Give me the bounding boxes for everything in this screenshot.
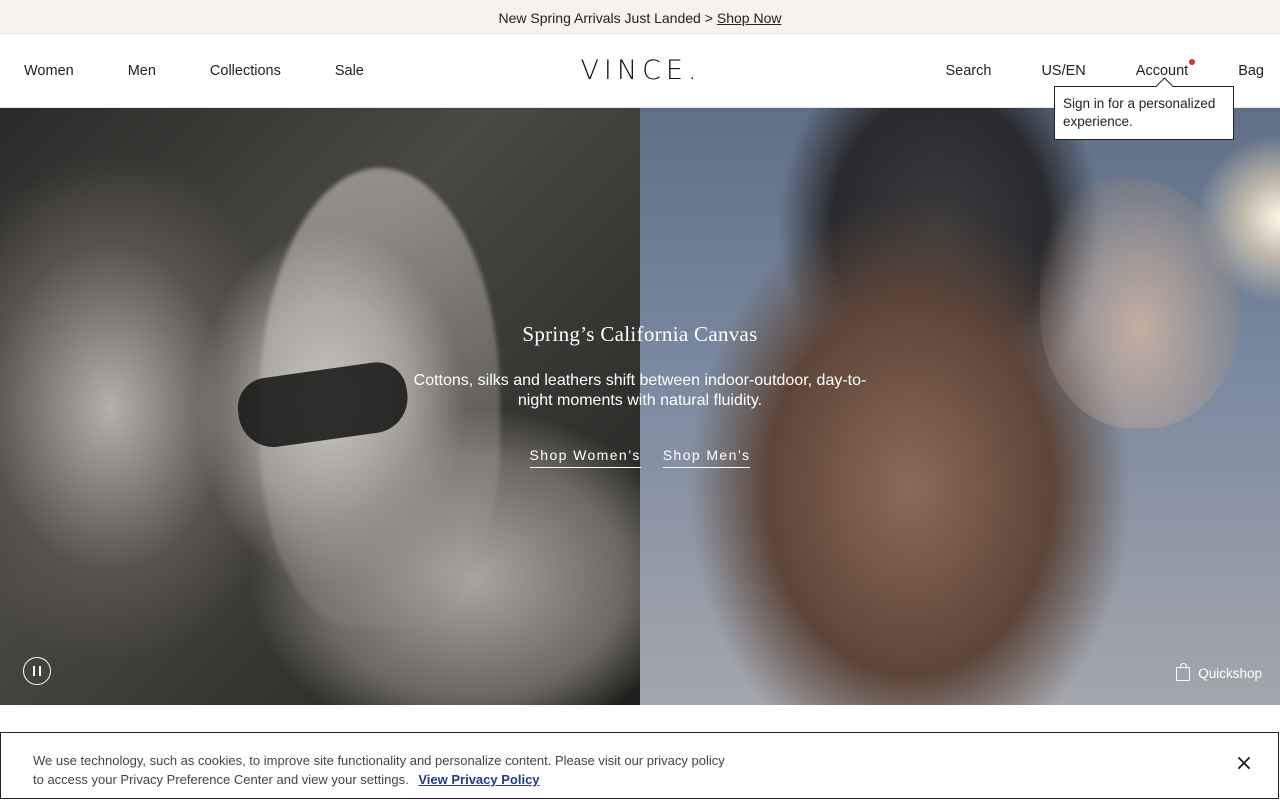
- bag-icon: [1176, 662, 1191, 681]
- pause-icon[interactable]: [23, 657, 51, 685]
- hero-ctas: Shop Women’s Shop Men’s: [400, 447, 880, 468]
- quickshop-label: Quickshop: [1198, 666, 1262, 681]
- cookie-text-block: We use technology, such as cookies, to i…: [33, 751, 733, 789]
- nav-collections[interactable]: Collections: [210, 63, 281, 79]
- promo-text: New Spring Arrivals Just Landed >: [498, 9, 713, 26]
- hero-banner: Spring’s California Canvas Cottons, silk…: [0, 108, 1280, 705]
- nav-women[interactable]: Women: [24, 63, 74, 79]
- primary-nav: Women Men Collections Sale: [24, 35, 418, 107]
- nav-men[interactable]: Men: [128, 63, 156, 79]
- privacy-policy-link[interactable]: View Privacy Policy: [418, 772, 539, 787]
- cookie-text: We use technology, such as cookies, to i…: [33, 753, 725, 787]
- account-link[interactable]: Account: [1135, 59, 1196, 79]
- hero-content: Spring’s California Canvas Cottons, silk…: [400, 322, 880, 468]
- pause-bars: [33, 666, 41, 676]
- nav-sale[interactable]: Sale: [335, 63, 364, 79]
- account-label: Account: [1135, 63, 1189, 79]
- quickshop-button[interactable]: Quickshop: [1176, 662, 1262, 681]
- vince-logo[interactable]: VINCE.: [562, 55, 720, 86]
- shop-now-link[interactable]: Shop Now: [717, 10, 782, 26]
- shop-mens-link[interactable]: Shop Men’s: [662, 447, 751, 468]
- hero-subtitle: Cottons, silks and leathers shift betwee…: [413, 372, 867, 409]
- bag-link[interactable]: Bag: [1238, 63, 1264, 79]
- close-icon[interactable]: ×: [1232, 751, 1256, 776]
- locale-selector[interactable]: US/EN: [1041, 63, 1085, 79]
- hero-image-detail-hand: [1040, 178, 1240, 428]
- search-link[interactable]: Search: [946, 63, 992, 79]
- notification-dot: [1189, 59, 1196, 65]
- shop-womens-link[interactable]: Shop Women’s: [529, 447, 641, 468]
- cookie-banner: We use technology, such as cookies, to i…: [0, 732, 1279, 799]
- account-tooltip: Sign in for a personalized experience.: [1054, 86, 1234, 140]
- hero-title: Spring’s California Canvas: [522, 322, 758, 346]
- promo-bar: New Spring Arrivals Just Landed > Shop N…: [0, 0, 1280, 35]
